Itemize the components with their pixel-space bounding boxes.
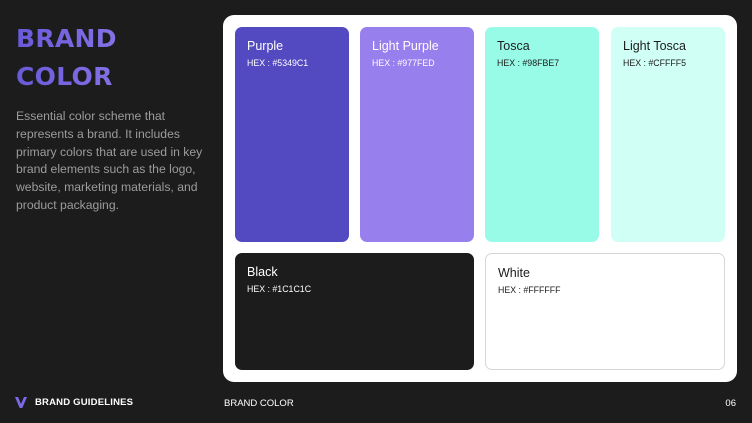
footer-section-label: BRAND COLOR [224,398,294,409]
swatch-hex: HEX : #98FBE7 [497,58,560,68]
swatch-name: Black [247,265,278,279]
description-text: Essential color scheme that represents a… [16,109,203,212]
color-palette-panel: Purple HEX : #5349C1 Light Purple HEX : … [223,15,737,382]
swatch-hex: HEX : #5349C1 [247,58,309,68]
swatch-name: White [498,266,530,280]
page-title: BRAND COLOR [16,20,206,96]
swatch-name: Tosca [497,39,530,53]
swatch-black: Black HEX : #1C1C1C [235,253,474,370]
footer-brand-label: BRAND GUIDELINES [35,397,134,408]
swatch-hex: HEX : #CFFFF5 [623,58,687,68]
intro-section: BRAND COLOR Essential color scheme that … [16,20,206,215]
swatch-purple: Purple HEX : #5349C1 [235,27,349,242]
swatch-hex: HEX : #1C1C1C [247,284,312,294]
v-logo-icon [15,397,27,408]
swatch-name: Light Purple [372,39,439,53]
swatch-light-tosca: Light Tosca HEX : #CFFFF5 [611,27,725,242]
title-line-1: BRAND [16,24,117,53]
swatch-white: White HEX : #FFFFFF [485,253,725,370]
swatch-name: Purple [247,39,284,53]
page-number: 06 [725,398,736,409]
footer-brand: BRAND GUIDELINES [15,397,133,408]
swatch-hex: HEX : #FFFFFF [498,285,561,295]
swatch-light-purple: Light Purple HEX : #977FED [360,27,474,242]
swatch-name: Light Tosca [623,39,687,53]
title-line-2: COLOR [16,62,113,91]
swatch-hex: HEX : #977FED [372,58,435,68]
swatch-tosca: Tosca HEX : #98FBE7 [485,27,599,242]
